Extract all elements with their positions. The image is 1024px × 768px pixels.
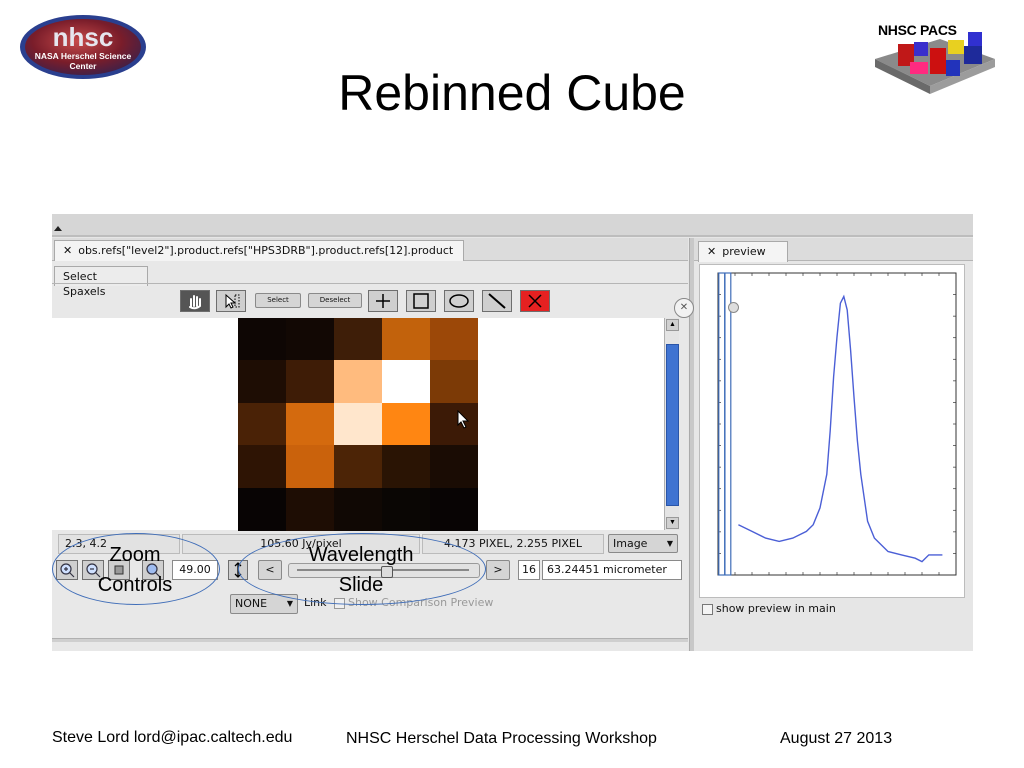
spaxel-cell[interactable] <box>286 402 334 446</box>
spectrum-plot-frame <box>699 264 965 598</box>
preview-panel: ✕ preview show preview in main <box>694 238 973 651</box>
spaxel-cell[interactable] <box>334 487 382 531</box>
spaxel-cell[interactable] <box>334 445 382 489</box>
spectrum-line <box>738 294 943 563</box>
dropdown-arrow-icon: ▼ <box>666 539 673 548</box>
spaxel-cell[interactable] <box>286 360 334 404</box>
spaxel-cell[interactable] <box>430 445 478 489</box>
rectangle-tool-button[interactable] <box>406 290 436 312</box>
tab-select-spaxels-label: Select Spaxels <box>63 270 106 298</box>
mode-select[interactable]: Image ▼ <box>608 534 678 553</box>
spaxel-cell[interactable] <box>430 360 478 404</box>
show-preview-checkbox[interactable] <box>702 604 713 615</box>
delete-icon <box>528 294 542 308</box>
nhsc-logo-subtitle: NASA Herschel Science <box>35 51 132 61</box>
crosshair-tool-button[interactable] <box>368 290 398 312</box>
annotation-wave-line1: Wavelength <box>308 544 414 566</box>
pointer-select-icon <box>225 293 240 309</box>
spaxel-cell[interactable] <box>334 360 382 404</box>
spaxel-cell[interactable] <box>334 402 382 446</box>
spaxel-cell[interactable] <box>382 402 430 446</box>
slide-title: Rebinned Cube <box>338 65 686 121</box>
separator <box>52 283 688 284</box>
spaxel-cell[interactable] <box>430 318 478 361</box>
annotation-zoom-line1: Zoom <box>109 544 161 566</box>
pacs-logo-text: NHSC PACS <box>878 22 957 38</box>
collapse-arrow-icon[interactable] <box>54 226 62 231</box>
show-preview-label: show preview in main <box>716 602 836 615</box>
scroll-up-icon[interactable]: ▲ <box>666 319 679 331</box>
annotation-wave-line2: Slide <box>338 574 384 596</box>
spaxel-cell[interactable] <box>334 318 382 361</box>
annotation-zoom-controls: Zoom Controls <box>70 540 200 600</box>
bottom-divider <box>52 638 688 642</box>
annotation-wavelength-slide: Wavelength Slide <box>290 540 432 600</box>
spectrum-plot[interactable] <box>700 265 964 597</box>
scroll-down-icon[interactable]: ▼ <box>666 517 679 529</box>
tab-preview-label: preview <box>722 245 766 258</box>
crosshair-icon <box>376 294 390 308</box>
separator <box>52 235 973 237</box>
deselect-button[interactable]: Deselect <box>308 293 362 308</box>
spaxel-cell[interactable] <box>238 402 286 446</box>
spaxel-cell[interactable] <box>238 318 286 361</box>
annotation-zoom-line2: Controls <box>97 574 173 596</box>
tab-preview[interactable]: ✕ preview <box>698 241 788 262</box>
nhsc-logo-text: nhsc <box>53 22 114 52</box>
wavelength-field[interactable]: 63.24451 micrometer <box>542 560 682 580</box>
ellipse-tool-button[interactable] <box>444 290 474 312</box>
tab-product-viewer[interactable]: ✕ obs.refs["level2"].product.refs["HPS3DR… <box>54 240 464 261</box>
footer-date: August 27 2013 <box>780 730 893 747</box>
line-icon <box>488 293 506 309</box>
spaxel-grid[interactable] <box>238 318 478 531</box>
close-icon[interactable]: ✕ <box>707 245 716 258</box>
ellipse-icon <box>449 294 469 308</box>
scrollbar-thumb[interactable] <box>666 344 679 506</box>
spaxel-cell[interactable] <box>382 445 430 489</box>
next-slice-button[interactable]: > <box>486 560 510 580</box>
pointer-tool-button[interactable] <box>216 290 246 312</box>
mouse-cursor-icon <box>457 410 470 429</box>
spaxel-cell[interactable] <box>430 402 478 446</box>
marker-handle[interactable] <box>728 302 739 313</box>
mode-select-value: Image <box>613 537 648 550</box>
footer-author: Steve Lord lord@ipac.caltech.edu <box>52 729 293 746</box>
slice-index-field[interactable]: 16 <box>518 560 540 580</box>
spaxel-cell[interactable] <box>382 487 430 531</box>
rectangle-icon <box>413 293 429 309</box>
hand-icon <box>189 295 201 310</box>
spaxel-cell[interactable] <box>238 487 286 531</box>
spaxel-cell[interactable] <box>238 445 286 489</box>
image-scrollbar[interactable]: ▲ ▼ <box>664 318 679 530</box>
spaxel-cell[interactable] <box>238 360 286 404</box>
spaxel-cell[interactable] <box>382 360 430 404</box>
delete-tool-button[interactable] <box>520 290 550 312</box>
line-tool-button[interactable] <box>482 290 512 312</box>
hand-tool-button[interactable] <box>180 290 210 312</box>
select-button[interactable]: Select <box>255 293 301 308</box>
top-strip <box>52 214 973 237</box>
close-icon[interactable]: ✕ <box>674 298 694 318</box>
plot-axes-box <box>717 272 957 576</box>
spaxel-cell[interactable] <box>286 445 334 489</box>
spaxel-cell[interactable] <box>382 318 430 361</box>
spaxel-cell[interactable] <box>286 318 334 361</box>
footer-event: NHSC Herschel Data Processing Workshop <box>346 730 657 747</box>
tab-product-label: obs.refs["level2"].product.refs["HPS3DRB… <box>78 244 454 257</box>
spaxel-cell[interactable] <box>430 487 478 531</box>
spaxel-cell[interactable] <box>286 487 334 531</box>
link-select-value: NONE <box>235 597 268 610</box>
close-icon[interactable]: ✕ <box>63 244 72 257</box>
